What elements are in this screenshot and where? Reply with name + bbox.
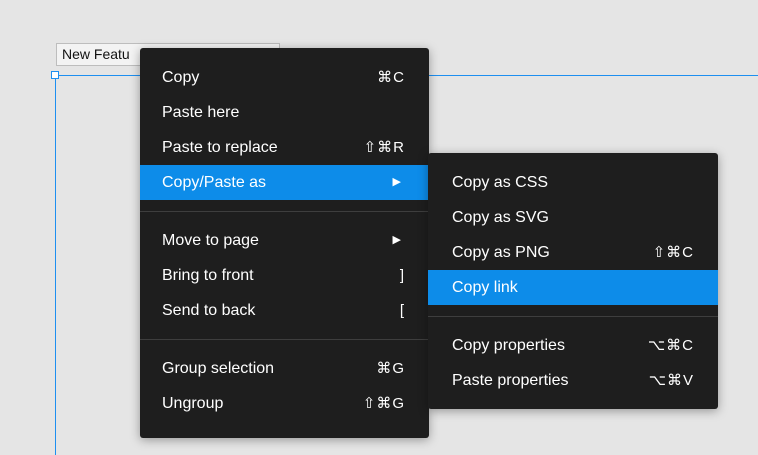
menu-item-copy-as-css[interactable]: Copy as CSS (428, 165, 718, 200)
menu-item-copy-as-png[interactable]: Copy as PNG ⇧⌘C (428, 235, 718, 270)
menu-item-shortcut: ⇧⌘R (363, 139, 405, 156)
menu-separator (140, 339, 429, 340)
triangle-right-icon: ▶ (392, 234, 401, 246)
menu-separator (428, 316, 718, 317)
menu-separator (140, 211, 429, 212)
menu-item-label: Copy properties (452, 337, 565, 354)
menu-item-label: Copy link (452, 279, 518, 296)
menu-item-label: Copy/Paste as (162, 174, 267, 191)
menu-item-label: Copy as CSS (452, 174, 549, 191)
menu-item-copy-as-svg[interactable]: Copy as SVG (428, 200, 718, 235)
menu-item-shortcut: ⇧⌘G (362, 395, 405, 412)
menu-item-label: Copy (162, 69, 200, 86)
menu-item-label: Paste to replace (162, 139, 278, 156)
menu-item-label: Ungroup (162, 395, 224, 412)
menu-item-label: Bring to front (162, 267, 254, 284)
menu-item-move-to-page[interactable]: Move to page ▶ (140, 223, 429, 258)
menu-item-copy-link[interactable]: Copy link (428, 270, 718, 305)
triangle-right-icon: ▶ (392, 176, 401, 188)
menu-item-send-to-back[interactable]: Send to back [ (140, 293, 429, 328)
copy-paste-as-submenu: Copy as CSS Copy as SVG Copy as PNG ⇧⌘C … (428, 153, 718, 409)
menu-item-shortcut: ] (399, 267, 405, 284)
menu-item-shortcut: ⇧⌘C (652, 244, 694, 261)
menu-item-paste-to-replace[interactable]: Paste to replace ⇧⌘R (140, 130, 429, 165)
menu-item-label: Send to back (162, 302, 256, 319)
menu-item-shortcut: [ (399, 302, 405, 319)
menu-item-label: Move to page (162, 232, 259, 249)
resize-handle-top-left[interactable] (51, 71, 59, 79)
menu-item-copy[interactable]: Copy ⌘C (140, 60, 429, 95)
menu-item-copy-properties[interactable]: Copy properties ⌥⌘C (428, 328, 718, 363)
menu-item-bring-to-front[interactable]: Bring to front ] (140, 258, 429, 293)
menu-item-copy-paste-as[interactable]: Copy/Paste as ▶ (140, 165, 429, 200)
menu-item-label: Copy as SVG (452, 209, 549, 226)
menu-item-paste-properties[interactable]: Paste properties ⌥⌘V (428, 363, 718, 398)
menu-item-ungroup[interactable]: Ungroup ⇧⌘G (140, 386, 429, 421)
menu-item-shortcut: ⌥⌘C (647, 337, 694, 354)
menu-item-label: Copy as PNG (452, 244, 550, 261)
menu-item-shortcut: ⌘C (377, 69, 405, 86)
menu-item-label: Paste properties (452, 372, 569, 389)
menu-item-shortcut: ⌘G (376, 360, 405, 377)
menu-item-shortcut: ⌥⌘V (648, 372, 694, 389)
menu-item-label: Paste here (162, 104, 240, 121)
menu-item-group-selection[interactable]: Group selection ⌘G (140, 351, 429, 386)
menu-item-paste-here[interactable]: Paste here (140, 95, 429, 130)
context-menu: Copy ⌘C Paste here Paste to replace ⇧⌘R … (140, 48, 429, 438)
menu-item-label: Group selection (162, 360, 275, 377)
